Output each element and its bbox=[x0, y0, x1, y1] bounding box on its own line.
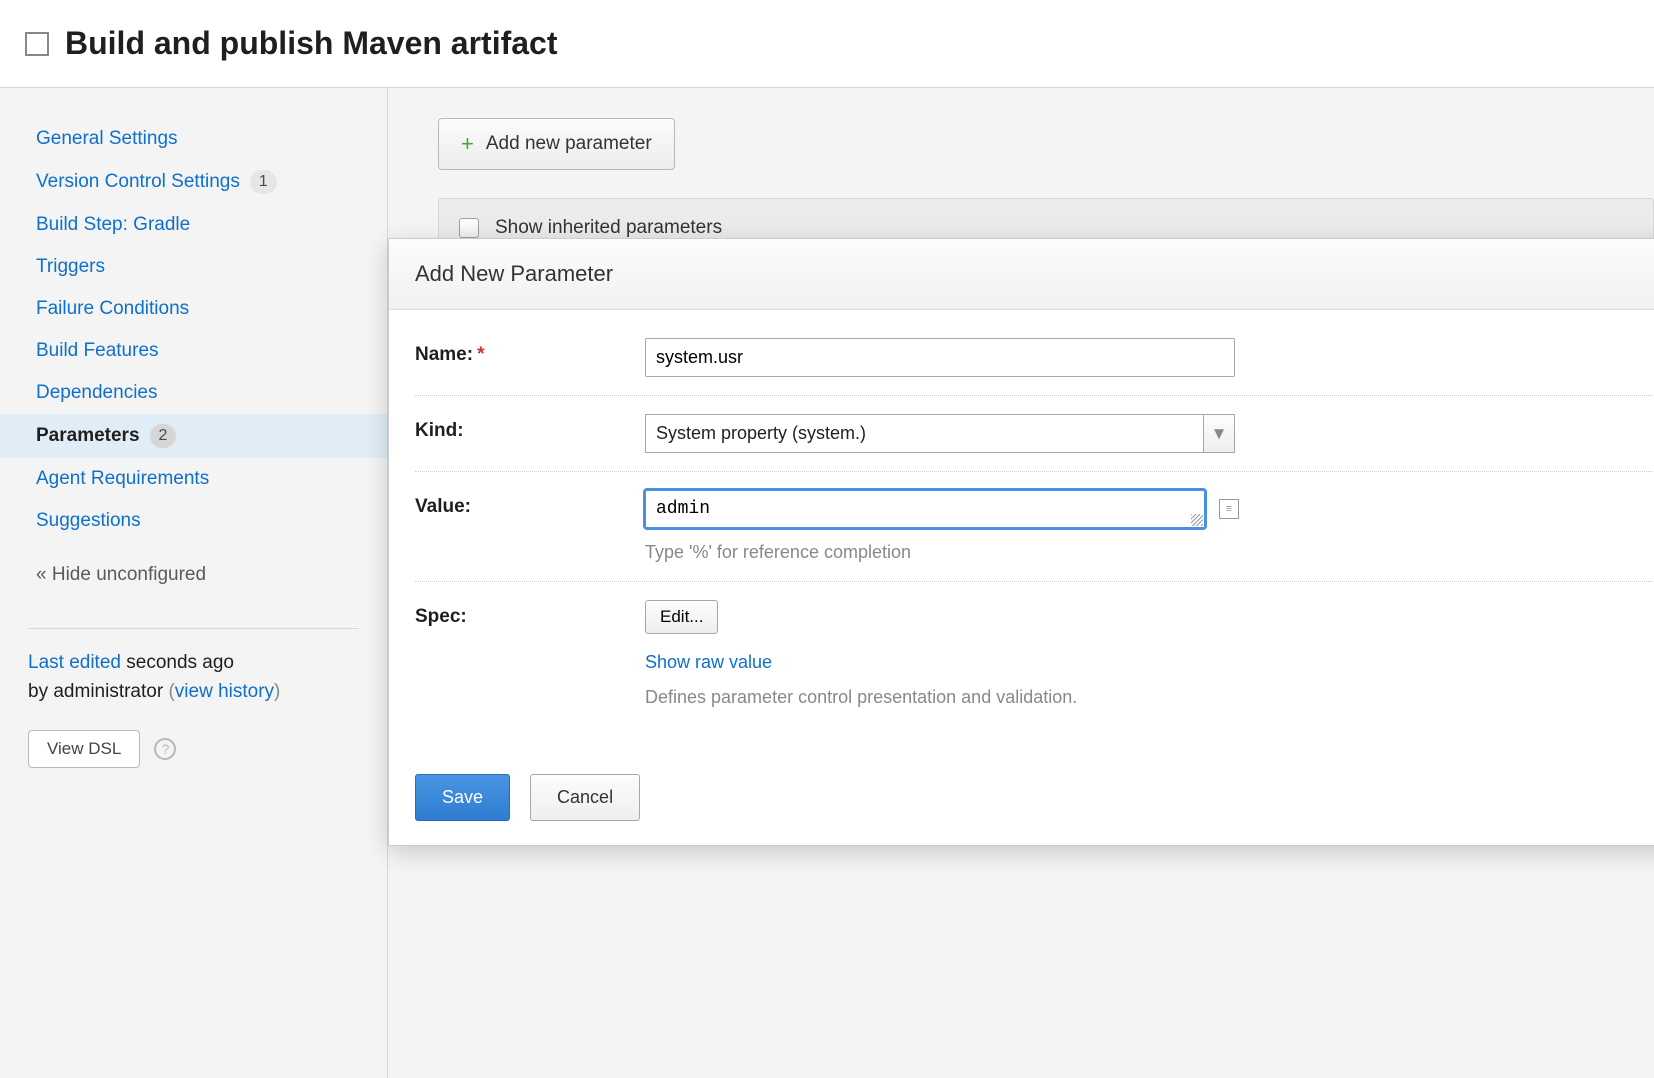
show-inherited-label: Show inherited parameters bbox=[495, 217, 722, 239]
add-parameter-button[interactable]: + Add new parameter bbox=[438, 118, 675, 170]
sidebar-item-label: Build Features bbox=[36, 340, 159, 362]
sidebar-item-suggestions[interactable]: Suggestions bbox=[0, 500, 387, 542]
edit-spec-button[interactable]: Edit... bbox=[645, 600, 718, 634]
sidebar-item-label: Parameters bbox=[36, 425, 140, 447]
sidebar-item-dependencies[interactable]: Dependencies bbox=[0, 372, 387, 414]
sidebar-item-label: General Settings bbox=[36, 128, 178, 150]
kind-value: System property (system.) bbox=[645, 414, 1203, 453]
value-input[interactable] bbox=[645, 490, 1205, 528]
page-title: Build and publish Maven artifact bbox=[65, 25, 558, 62]
sidebar-item-triggers[interactable]: Triggers bbox=[0, 246, 387, 288]
name-input[interactable] bbox=[645, 338, 1235, 377]
sidebar-item-label: Dependencies bbox=[36, 382, 157, 404]
badge: 1 bbox=[250, 170, 277, 194]
spec-label: Spec: bbox=[415, 600, 645, 628]
build-config-icon bbox=[25, 32, 49, 56]
cancel-button[interactable]: Cancel bbox=[530, 774, 640, 821]
sidebar-item-label: Agent Requirements bbox=[36, 468, 209, 490]
expand-editor-icon[interactable]: ≡ bbox=[1219, 499, 1239, 519]
sidebar-item-failure-conditions[interactable]: Failure Conditions bbox=[0, 288, 387, 330]
sidebar-item-label: Failure Conditions bbox=[36, 298, 189, 320]
sidebar-item-label: Version Control Settings bbox=[36, 171, 240, 193]
add-param-label: Add new parameter bbox=[486, 133, 652, 155]
show-raw-value-link[interactable]: Show raw value bbox=[645, 652, 772, 673]
sidebar-item-parameters[interactable]: Parameters 2 bbox=[0, 414, 387, 458]
sidebar-item-version-control-settings[interactable]: Version Control Settings 1 bbox=[0, 160, 387, 204]
spec-hint: Defines parameter control presentation a… bbox=[645, 687, 1654, 708]
save-button[interactable]: Save bbox=[415, 774, 510, 821]
chevron-down-icon: ▼ bbox=[1203, 414, 1235, 453]
checkbox-icon bbox=[459, 218, 479, 238]
sidebar-item-agent-requirements[interactable]: Agent Requirements bbox=[0, 458, 387, 500]
last-edited-info: Last edited seconds ago by administrator… bbox=[0, 649, 387, 706]
dialog-title: Add New Parameter bbox=[415, 261, 613, 287]
badge: 2 bbox=[150, 424, 177, 448]
value-label: Value: bbox=[415, 490, 645, 518]
hide-unconfigured-link[interactable]: « Hide unconfigured bbox=[0, 554, 387, 596]
kind-label: Kind: bbox=[415, 414, 645, 442]
plus-icon: + bbox=[461, 131, 474, 157]
sidebar-item-general-settings[interactable]: General Settings bbox=[0, 118, 387, 160]
sidebar: General Settings Version Control Settings… bbox=[0, 88, 388, 1078]
show-inherited-checkbox-row[interactable]: Show inherited parameters bbox=[459, 217, 1633, 239]
sidebar-item-label: Suggestions bbox=[36, 510, 141, 532]
value-hint: Type '%' for reference completion bbox=[645, 542, 1654, 563]
view-dsl-button[interactable]: View DSL bbox=[28, 730, 140, 768]
view-history-link[interactable]: view history bbox=[175, 681, 274, 702]
dialog-header: Add New Parameter ✕ bbox=[389, 239, 1654, 310]
sidebar-item-label: Build Step: Gradle bbox=[36, 214, 190, 236]
sidebar-item-build-features[interactable]: Build Features bbox=[0, 330, 387, 372]
sidebar-divider bbox=[28, 628, 359, 629]
sidebar-item-build-step-gradle[interactable]: Build Step: Gradle bbox=[0, 204, 387, 246]
sidebar-item-label: Triggers bbox=[36, 256, 105, 278]
help-icon[interactable]: ? bbox=[154, 738, 176, 760]
page-header: Build and publish Maven artifact bbox=[0, 0, 1654, 88]
main-content: + Add new parameter Show inherited param… bbox=[388, 88, 1654, 1078]
add-parameter-dialog: Add New Parameter ✕ Name:* Kind: S bbox=[388, 238, 1654, 846]
kind-select[interactable]: System property (system.) ▼ bbox=[645, 414, 1235, 453]
name-label: Name:* bbox=[415, 338, 645, 366]
